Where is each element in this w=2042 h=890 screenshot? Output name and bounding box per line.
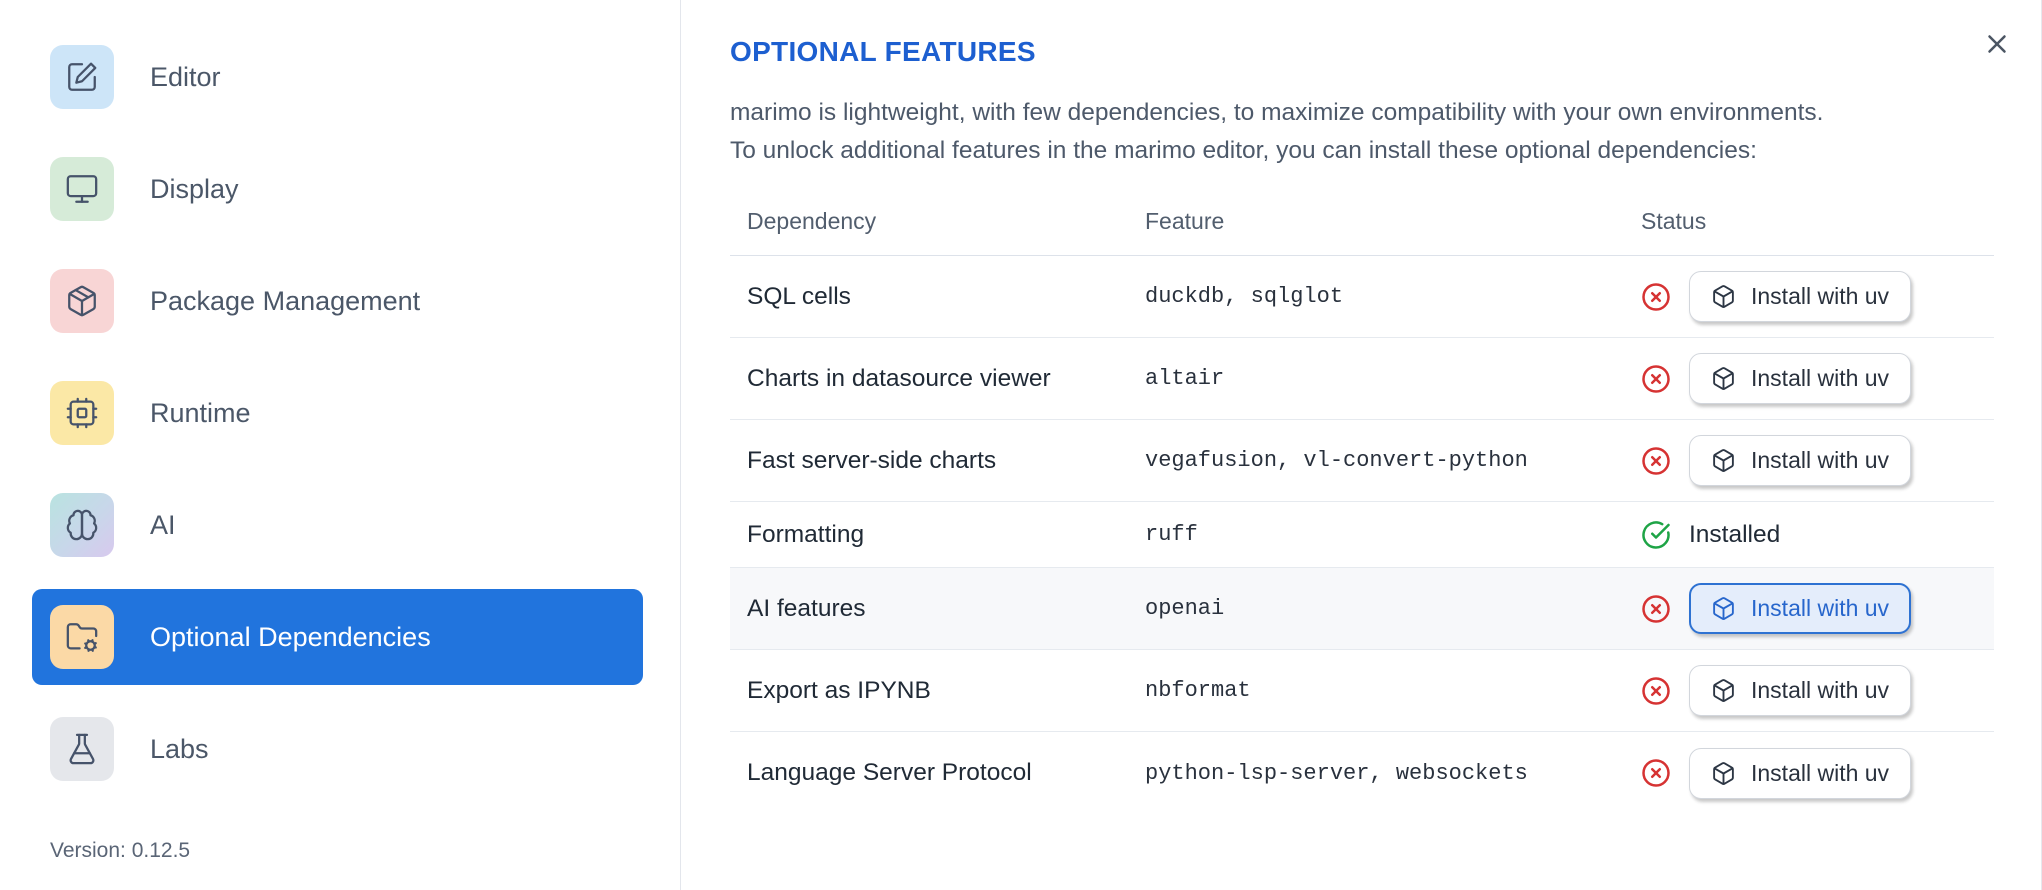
x-circle-icon [1641,676,1671,706]
monitor-icon [50,157,114,221]
check-circle-icon [1641,520,1671,550]
status-cell: Install with uv [1641,665,1994,716]
column-header-status: Status [1641,208,1707,234]
install-button-label: Install with uv [1751,447,1890,473]
sidebar-item-editor[interactable]: Editor [32,29,643,125]
box-icon [1713,449,1734,472]
status-cell: Install with uv [1641,353,1994,404]
box-icon [1713,679,1734,702]
sidebar-item-ai[interactable]: AI [32,477,643,573]
install-button-label: Install with uv [1751,677,1890,703]
install-with-uv-button[interactable]: Install with uv [1689,747,1912,799]
table-row: Export as IPYNB nbformat Install with uv [730,650,1994,732]
cpu-icon [50,381,114,445]
sidebar-item-label: AI [150,509,176,540]
installed-status-label: Installed [1689,520,1781,548]
panel-description: marimo is lightweight, with few dependen… [730,94,1997,170]
status-cell: Installed [1641,520,1994,550]
install-button-label: Install with uv [1751,365,1890,391]
sidebar-item-label: Editor [150,61,221,92]
install-button-label: Install with uv [1751,595,1890,621]
x-circle-icon [1641,364,1671,394]
settings-sidebar: Editor Display Package Management Runtim… [0,0,681,890]
folder-cog-icon [50,605,114,669]
brain-icon [50,493,114,557]
settings-dialog: Editor Display Package Management Runtim… [0,0,2042,890]
sidebar-item-optional-dependencies[interactable]: Optional Dependencies [32,589,643,685]
dependency-name: Language Server Protocol [747,759,1032,786]
panel-content: OPTIONAL FEATURES marimo is lightweight,… [682,0,1997,814]
dependency-name: Fast server-side charts [747,446,997,474]
description-line: marimo is lightweight, with few dependen… [730,99,1824,126]
install-with-uv-button[interactable]: Install with uv [1689,583,1912,634]
dependency-name: Charts in datasource viewer [747,364,1051,392]
feature-packages: duckdb, sqlglot [1145,284,1344,309]
sidebar-item-label: Display [150,173,239,204]
feature-packages: vegafusion, vl-convert-python [1145,448,1528,473]
box-icon [1713,285,1734,308]
sidebar-item-label: Labs [150,733,209,764]
x-circle-icon [1641,594,1671,624]
flask-icon [50,717,114,781]
install-with-uv-button[interactable]: Install with uv [1689,353,1912,404]
status-cell: Install with uv [1641,583,1994,634]
dependency-name: Formatting [747,520,865,548]
sidebar-item-package-management[interactable]: Package Management [32,253,643,349]
table-row: SQL cells duckdb, sqlglot Install with u… [730,256,1994,338]
dependency-name: AI features [747,594,866,622]
feature-packages: nbformat [1145,678,1251,703]
install-with-uv-button[interactable]: Install with uv [1689,435,1912,486]
edit-icon [50,45,114,109]
status-cell: Install with uv [1641,435,1994,486]
column-header-dependency: Dependency [747,208,877,234]
sidebar-item-labs[interactable]: Labs [32,701,643,797]
table-row: Fast server-side charts vegafusion, vl-c… [730,420,1994,502]
column-header-feature: Feature [1145,208,1225,234]
x-circle-icon [1641,758,1671,788]
close-icon [1988,35,2006,53]
page-title: OPTIONAL FEATURES [730,36,1036,67]
install-with-uv-button[interactable]: Install with uv [1689,271,1912,322]
status-cell: Install with uv [1641,271,1994,322]
dependency-name: SQL cells [747,282,851,310]
box-icon [1713,367,1734,390]
install-button-label: Install with uv [1751,759,1890,786]
table-row: Charts in datasource viewer altair Insta… [730,338,1994,420]
feature-packages: altair [1145,366,1225,391]
x-circle-icon [1641,446,1671,476]
table-row: Formatting ruff Installed [730,502,1994,568]
sidebar-item-label: Runtime [150,397,251,428]
dependencies-table: Dependency Feature Status SQL cells duck… [730,208,1994,814]
install-button-label: Install with uv [1751,283,1890,309]
x-circle-icon [1641,282,1671,312]
sidebar-item-display[interactable]: Display [32,141,643,237]
sidebar-item-runtime[interactable]: Runtime [32,365,643,461]
description-line: To unlock additional features in the mar… [730,137,1757,164]
package-icon [50,269,114,333]
feature-packages: ruff [1145,522,1198,547]
feature-packages: python-lsp-server, websockets [1145,760,1528,786]
status-cell: Install with uv [1641,747,1994,799]
dependency-name: Export as IPYNB [747,676,931,704]
sidebar-item-label: Package Management [150,285,421,316]
table-row: AI features openai Install with uv [730,568,1994,650]
feature-packages: openai [1145,596,1225,621]
box-icon [1713,597,1734,620]
table-row: Language Server Protocol python-lsp-serv… [730,732,1994,814]
close-button[interactable] [1979,26,2015,62]
install-with-uv-button[interactable]: Install with uv [1689,665,1912,716]
sidebar-item-label: Optional Dependencies [150,621,431,652]
box-icon [1713,761,1734,785]
table-header: Dependency Feature Status [730,208,1994,256]
optional-features-panel: OPTIONAL FEATURES marimo is lightweight,… [682,0,2041,890]
app-version: Version: 0.12.5 [50,839,191,862]
